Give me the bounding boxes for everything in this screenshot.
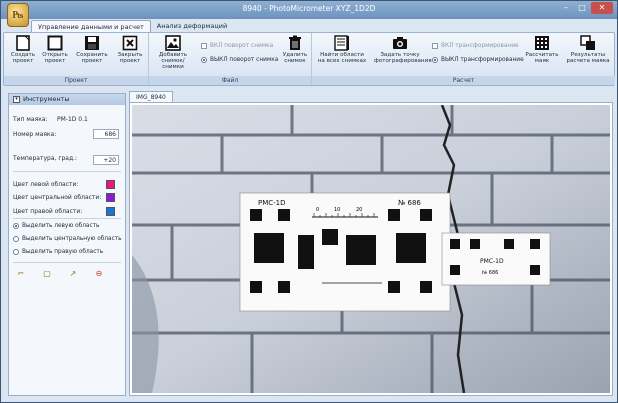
app-window: 8940 - PhotoMicrometer XYZ_1D2D – □ ✕ ₧ … [0, 0, 618, 403]
ribbon: Создать проект Открыть проект Сохранить … [3, 32, 615, 86]
wall-photo: PMC-1D № 686 0 10 20 PMC-1D № 686 [132, 105, 610, 393]
open-project-icon [47, 35, 63, 51]
temperature-input[interactable]: +20 [93, 155, 119, 165]
title-bar: 8940 - PhotoMicrometer XYZ_1D2D – □ ✕ [1, 1, 617, 19]
center-color-label: Цвет центральной области: [13, 194, 102, 201]
group-calc-label: Расчет [312, 76, 615, 85]
window-title: 8940 - PhotoMicrometer XYZ_1D2D [242, 4, 376, 13]
group-file: Добавить снимок/снимки ВКЛ поворот снимк… [149, 33, 312, 85]
left-color-swatch[interactable] [106, 180, 115, 189]
new-project-icon [15, 35, 31, 51]
rotation-off-option[interactable]: ВЫКЛ поворот снимка [201, 57, 278, 63]
save-project-button[interactable]: Сохранить проект [74, 35, 110, 64]
results-icon [580, 35, 596, 51]
gauge-main-number: № 686 [398, 199, 421, 207]
tool-arrow-icon[interactable]: ↗ [68, 269, 78, 279]
tools-panel-header[interactable]: ▾ Инструменты [9, 94, 125, 105]
group-project-label: Проект [4, 76, 148, 85]
app-logo-icon[interactable]: ₧ [7, 3, 29, 27]
results-button[interactable]: Результаты расчета маяка [564, 35, 612, 64]
close-project-button[interactable]: Закрыть проект [114, 35, 146, 64]
image-canvas[interactable]: PMC-1D № 686 0 10 20 PMC-1D № 686 [129, 102, 613, 396]
scale-10-label: 10 [334, 207, 340, 213]
center-color-swatch[interactable] [106, 193, 115, 202]
gauge-type-label: Тип маяка: [13, 116, 48, 123]
maximize-button[interactable]: □ [575, 2, 589, 14]
left-color-label: Цвет левой области: [13, 181, 79, 188]
select-left-area-option[interactable]: Выделить левую область [13, 223, 99, 229]
main-gauge: PMC-1D № 686 0 10 20 [239, 192, 451, 312]
gauge-main-title: PMC-1D [258, 199, 286, 207]
app-logo-letter: ₧ [12, 8, 24, 21]
temperature-label: Температура, град.: [13, 155, 78, 162]
find-areas-icon [334, 35, 350, 51]
find-areas-button[interactable]: Найти области на всех снимках [316, 35, 368, 64]
select-right-area-option[interactable]: Выделить правую область [13, 249, 103, 255]
tool-erase-icon[interactable]: ⊖ [94, 269, 104, 279]
gauge-side-number: № 686 [482, 270, 498, 276]
document-area: IMG_8940 PMC-1D № 686 0 10 20 PMC-1D № 6… [129, 91, 613, 396]
group-file-label: Файл [149, 76, 311, 85]
calculator-icon [534, 35, 550, 51]
scale-20-label: 20 [356, 207, 362, 213]
rotation-on-option[interactable]: ВКЛ поворот снимка [201, 43, 273, 49]
gauge-number-input[interactable]: 686 [93, 129, 119, 139]
set-photo-point-button[interactable]: Задать точку фотографирования [374, 35, 432, 64]
open-project-button[interactable]: Открыть проект [40, 35, 70, 64]
save-icon [84, 35, 100, 51]
group-calc: Найти области на всех снимках Задать точ… [312, 33, 615, 85]
gauge-side-title: PMC-1D [480, 258, 504, 265]
camera-icon [392, 35, 408, 51]
new-project-button[interactable]: Создать проект [8, 35, 38, 64]
minimize-button[interactable]: – [559, 2, 573, 14]
trash-icon [287, 35, 303, 51]
close-window-button[interactable]: ✕ [591, 2, 613, 14]
transform-off-option[interactable]: ВЫКЛ трансформирование [432, 57, 524, 63]
gauge-type-value: PM-1D 0.1 [57, 116, 88, 123]
right-color-label: Цвет правой области: [13, 208, 83, 215]
right-color-swatch[interactable] [106, 207, 115, 216]
transform-on-option[interactable]: ВКЛ трансформирование [432, 43, 519, 49]
close-project-icon [122, 35, 138, 51]
group-project: Создать проект Открыть проект Сохранить … [4, 33, 149, 85]
side-gauge: PMC-1D № 686 [441, 232, 551, 286]
image-icon [165, 35, 181, 51]
delete-photo-button[interactable]: Удалить снимок [281, 35, 309, 64]
collapse-icon[interactable]: ▾ [13, 96, 20, 103]
tools-panel: ▾ Инструменты Тип маяка: PM-1D 0.1 Номер… [8, 93, 126, 396]
scale-0-label: 0 [316, 207, 319, 213]
select-center-area-option[interactable]: Выделить центральную область [13, 236, 122, 242]
tool-select-icon[interactable]: ⌐ [16, 269, 26, 279]
add-photo-button[interactable]: Добавить снимок/снимки [153, 35, 193, 71]
calculate-button[interactable]: Рассчитать маяк [524, 35, 560, 64]
tool-rect-icon[interactable]: ▢ [42, 269, 52, 279]
gauge-number-label: Номер маяка: [13, 131, 57, 138]
